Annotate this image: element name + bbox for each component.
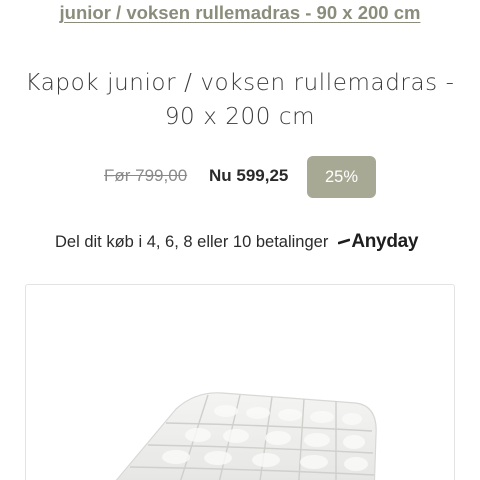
product-title: Kapok junior / voksen rullemadras - 90 x… (0, 66, 480, 134)
anyday-wordmark: Anyday (351, 231, 419, 252)
price-row: Før 799,00 Nu 599,25 25% (0, 156, 480, 198)
anyday-mark-icon (338, 238, 351, 245)
anyday-logo: Anyday (338, 231, 418, 253)
product-image[interactable] (25, 284, 455, 480)
breadcrumb-product-link[interactable]: junior / voksen rullemadras - 90 x 200 c… (0, 2, 480, 24)
sale-price: Nu 599,25 (209, 166, 289, 185)
product-title-line-2: 90 x 200 cm (164, 104, 316, 130)
product-title-line-1: Kapok junior / voksen rullemadras - (25, 70, 455, 96)
old-price: Før 799,00 (104, 166, 188, 185)
discount-badge: 25% (307, 156, 376, 198)
quilted-mattress-image (115, 392, 377, 480)
installments-text: Del dit køb i 4, 6, 8 eller 10 betalinge… (55, 232, 329, 251)
installments-info: Del dit køb i 4, 6, 8 eller 10 betalinge… (55, 229, 418, 255)
